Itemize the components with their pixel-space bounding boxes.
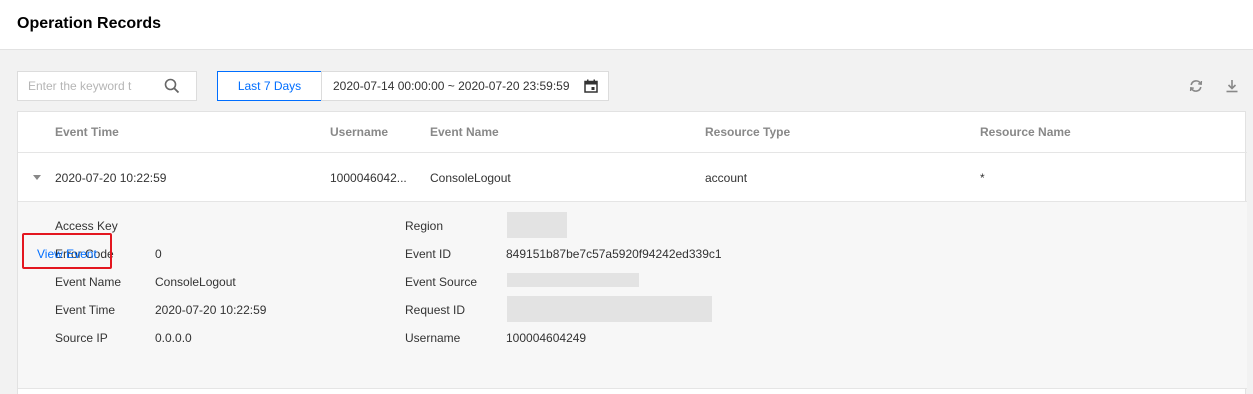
- detail-value-error-code: 0: [155, 247, 162, 261]
- date-range-picker[interactable]: 2020-07-14 00:00:00 ~ 2020-07-20 23:59:5…: [321, 71, 609, 101]
- date-range-text: 2020-07-14 00:00:00 ~ 2020-07-20 23:59:5…: [333, 79, 570, 93]
- redacted-request-id: [507, 296, 712, 322]
- page-title: Operation Records: [17, 15, 162, 32]
- detail-value-source-ip: 0.0.0.0: [155, 331, 192, 345]
- cell-resource-type: account: [705, 171, 748, 185]
- download-icon[interactable]: [1225, 79, 1239, 93]
- calendar-icon[interactable]: [584, 79, 598, 93]
- detail-label-access-key: Access Key: [55, 219, 118, 233]
- column-header-event-name[interactable]: Event Name: [430, 125, 499, 139]
- detail-label-username: Username: [405, 331, 461, 345]
- detail-value-event-name: ConsoleLogout: [155, 275, 236, 289]
- page-header: Operation Records: [0, 0, 1253, 50]
- expand-caret-icon[interactable]: [33, 175, 41, 180]
- detail-label-event-source: Event Source: [405, 275, 478, 289]
- detail-label-event-id: Event ID: [405, 247, 452, 261]
- detail-label-request-id: Request ID: [405, 303, 466, 317]
- detail-label-source-ip: Source IP: [55, 331, 108, 345]
- refresh-icon[interactable]: [1189, 79, 1203, 93]
- column-header-username[interactable]: Username: [330, 125, 388, 139]
- cell-username: 1000046042...: [330, 171, 407, 185]
- detail-label-event-time: Event Time: [55, 303, 116, 317]
- view-event-link[interactable]: View Event: [37, 247, 97, 261]
- search-input[interactable]: [18, 72, 158, 100]
- cell-event-time: 2020-07-20 10:22:59: [55, 171, 167, 185]
- column-header-event-time[interactable]: Event Time: [55, 125, 119, 139]
- detail-value-event-id: 849151b87be7c57a5920f94242ed339c1: [506, 247, 722, 261]
- redacted-region: [507, 212, 567, 238]
- detail-divider: [18, 388, 1247, 389]
- detail-label-region: Region: [405, 219, 444, 233]
- table-row[interactable]: 2020-07-20 10:22:59 1000046042... Consol…: [18, 153, 1247, 201]
- search-icon[interactable]: [164, 78, 180, 94]
- records-table: Event Time Username Event Name Resource …: [17, 111, 1247, 394]
- cell-resource-name: *: [980, 171, 985, 185]
- detail-value-username: 100004604249: [506, 331, 587, 345]
- detail-value-event-time: 2020-07-20 10:22:59: [155, 303, 267, 317]
- column-header-resource-name[interactable]: Resource Name: [980, 125, 1071, 139]
- cell-event-name: ConsoleLogout: [430, 171, 511, 185]
- detail-label-event-name: Event Name: [55, 275, 122, 289]
- event-detail-panel: Access Key Error Code 0 Event Name Conso…: [18, 202, 1247, 388]
- column-header-resource-type[interactable]: Resource Type: [705, 125, 790, 139]
- search-box[interactable]: [17, 71, 197, 101]
- last-7-days-button[interactable]: Last 7 Days: [217, 71, 322, 101]
- redacted-event-source: [507, 273, 639, 287]
